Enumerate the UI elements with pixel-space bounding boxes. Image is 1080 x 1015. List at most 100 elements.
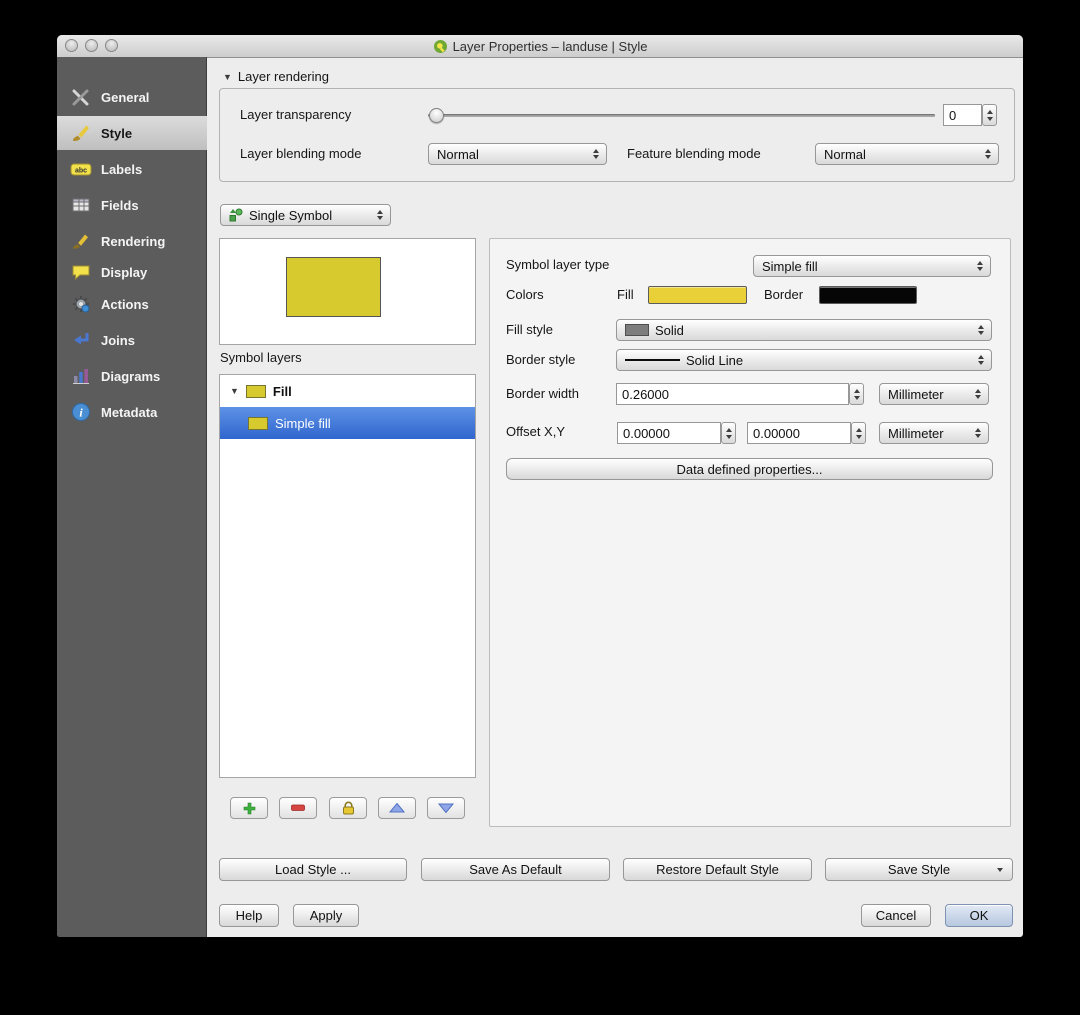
layer-transparency-field[interactable] bbox=[943, 104, 982, 126]
lock-color-button[interactable] bbox=[329, 797, 367, 819]
step-up-icon[interactable] bbox=[725, 427, 732, 432]
offset-unit-select[interactable]: Millimeter bbox=[879, 422, 989, 444]
popup-arrows-icon bbox=[977, 261, 983, 271]
colors-label: Colors bbox=[506, 287, 544, 302]
tools-icon bbox=[70, 86, 92, 108]
layer-transparency-stepper[interactable] bbox=[982, 104, 997, 126]
fill-style-select[interactable]: Solid bbox=[616, 319, 992, 341]
layer-rendering-header[interactable]: ▼ Layer rendering bbox=[223, 69, 329, 84]
apply-button[interactable]: Apply bbox=[293, 904, 359, 927]
cancel-button[interactable]: Cancel bbox=[861, 904, 931, 927]
tree-row-fill[interactable]: ▼ Fill bbox=[220, 375, 475, 407]
offset-y-field[interactable] bbox=[747, 422, 851, 444]
title-wrap: Layer Properties – landuse | Style bbox=[57, 35, 1023, 57]
layer-rendering-title: Layer rendering bbox=[237, 69, 329, 84]
sidebar-item-general[interactable]: General bbox=[57, 80, 207, 114]
border-width-field[interactable] bbox=[616, 383, 849, 405]
sidebar-item-diagrams[interactable]: Diagrams bbox=[57, 359, 207, 393]
load-style-button[interactable]: Load Style ... bbox=[219, 858, 407, 881]
symbol-type-value: Single Symbol bbox=[249, 207, 333, 223]
step-up-icon[interactable] bbox=[986, 109, 993, 114]
tree-row-simple-fill[interactable]: Simple fill bbox=[220, 407, 475, 439]
symbol-layers-tree: ▼ Fill Simple fill bbox=[219, 374, 476, 778]
offset-x-stepper[interactable] bbox=[721, 422, 736, 444]
move-down-button[interactable] bbox=[427, 797, 465, 819]
offset-x-field[interactable] bbox=[617, 422, 721, 444]
border-width-stepper[interactable] bbox=[849, 383, 864, 405]
sidebar-item-label: Metadata bbox=[101, 404, 158, 420]
sidebar-item-label: Labels bbox=[101, 161, 143, 177]
window-title: Layer Properties – landuse | Style bbox=[452, 38, 648, 54]
border-width-unit-select[interactable]: Millimeter bbox=[879, 383, 989, 405]
join-arrow-icon bbox=[70, 329, 92, 351]
chevron-down-icon bbox=[997, 868, 1003, 872]
fill-color-label: Fill bbox=[617, 287, 634, 302]
sidebar-item-rendering[interactable]: Rendering bbox=[57, 224, 207, 258]
layer-transparency-slider-knob[interactable] bbox=[429, 108, 444, 123]
expand-triangle-icon[interactable]: ▼ bbox=[230, 386, 239, 396]
border-style-label: Border style bbox=[506, 352, 576, 367]
step-down-icon[interactable] bbox=[853, 395, 860, 400]
symbol-layer-properties-panel: Symbol layer type Simple fill Colors Fil… bbox=[489, 238, 1011, 827]
info-icon: i bbox=[70, 401, 92, 423]
popup-arrows-icon bbox=[593, 149, 599, 159]
sidebar-item-display[interactable]: Display bbox=[57, 255, 207, 289]
popup-arrows-icon bbox=[978, 355, 984, 365]
layer-transparency-slider[interactable] bbox=[428, 114, 935, 117]
simple-fill-swatch bbox=[248, 416, 268, 430]
feature-blending-mode-select[interactable]: Normal bbox=[815, 143, 999, 165]
layer-blending-mode-label: Layer blending mode bbox=[240, 146, 362, 161]
data-defined-properties-label: Data defined properties... bbox=[676, 461, 823, 477]
sidebar-item-label: Style bbox=[101, 125, 133, 141]
popup-arrows-icon bbox=[377, 210, 383, 220]
border-width-label: Border width bbox=[506, 386, 579, 401]
remove-symbol-layer-button[interactable] bbox=[279, 797, 317, 819]
layer-transparency-input[interactable] bbox=[949, 107, 976, 123]
sidebar-item-joins[interactable]: Joins bbox=[57, 323, 207, 357]
step-down-icon[interactable] bbox=[855, 434, 862, 439]
sidebar-item-label: Diagrams bbox=[101, 368, 161, 384]
border-style-select[interactable]: Solid Line bbox=[616, 349, 992, 371]
ok-button[interactable]: OK bbox=[945, 904, 1013, 927]
data-defined-properties-button[interactable]: Data defined properties... bbox=[506, 458, 993, 480]
help-button[interactable]: Help bbox=[219, 904, 279, 927]
save-as-default-button[interactable]: Save As Default bbox=[421, 858, 610, 881]
gear-icon bbox=[70, 293, 92, 315]
move-up-button[interactable] bbox=[378, 797, 416, 819]
help-label: Help bbox=[235, 908, 263, 923]
layer-blending-mode-select[interactable]: Normal bbox=[428, 143, 607, 165]
add-symbol-layer-button[interactable] bbox=[230, 797, 268, 819]
render-brush-icon bbox=[70, 230, 92, 252]
step-up-icon[interactable] bbox=[853, 388, 860, 393]
ok-label: OK bbox=[969, 908, 989, 923]
abc-label-icon: abc bbox=[70, 158, 92, 180]
layer-transparency-label: Layer transparency bbox=[240, 107, 352, 122]
symbol-type-select[interactable]: Single Symbol bbox=[220, 204, 391, 226]
step-down-icon[interactable] bbox=[986, 116, 993, 121]
symbol-layer-type-label: Symbol layer type bbox=[506, 257, 610, 272]
sidebar-item-label: Rendering bbox=[101, 233, 166, 249]
titlebar[interactable]: Layer Properties – landuse | Style bbox=[57, 35, 1023, 58]
step-up-icon[interactable] bbox=[855, 427, 862, 432]
offset-y-input[interactable] bbox=[753, 425, 845, 441]
sidebar-item-actions[interactable]: Actions bbox=[57, 287, 207, 321]
fill-color-button[interactable] bbox=[648, 286, 747, 304]
lock-icon bbox=[342, 801, 355, 815]
restore-default-style-button[interactable]: Restore Default Style bbox=[623, 858, 812, 881]
symbol-layers-label: Symbol layers bbox=[220, 350, 302, 365]
border-color-button[interactable] bbox=[819, 286, 917, 304]
offset-x-input[interactable] bbox=[623, 425, 715, 441]
step-down-icon[interactable] bbox=[725, 434, 732, 439]
fill-style-label: Fill style bbox=[506, 322, 553, 337]
save-style-button[interactable]: Save Style bbox=[825, 858, 1013, 881]
paintbrush-icon bbox=[70, 122, 92, 144]
table-icon bbox=[70, 194, 92, 216]
sidebar-item-fields[interactable]: Fields bbox=[57, 188, 207, 222]
sidebar-item-metadata[interactable]: i Metadata bbox=[57, 395, 207, 429]
speech-bubble-icon bbox=[70, 261, 92, 283]
symbol-layer-type-select[interactable]: Simple fill bbox=[753, 255, 991, 277]
offset-y-stepper[interactable] bbox=[851, 422, 866, 444]
sidebar-item-style[interactable]: Style bbox=[57, 116, 207, 150]
sidebar-item-labels[interactable]: abc Labels bbox=[57, 152, 207, 186]
border-width-input[interactable] bbox=[622, 386, 843, 402]
